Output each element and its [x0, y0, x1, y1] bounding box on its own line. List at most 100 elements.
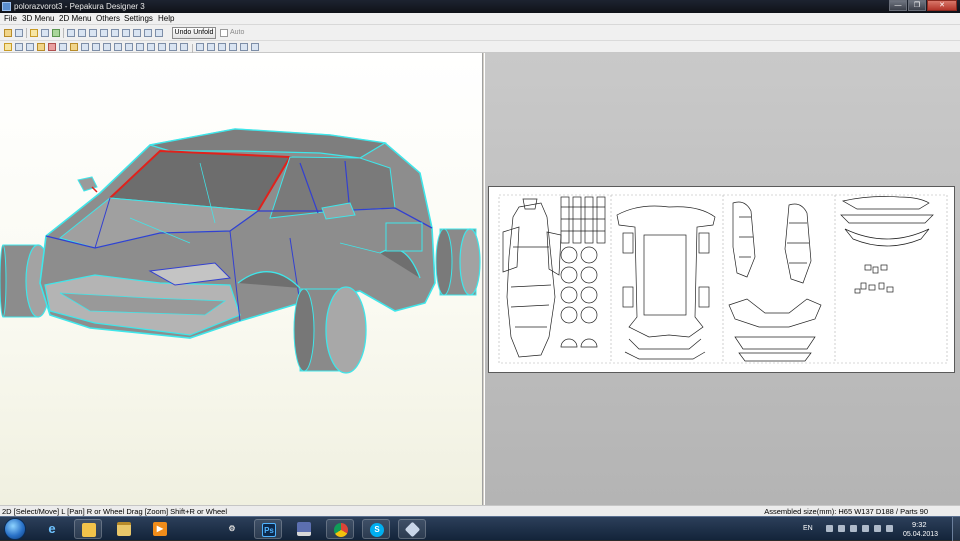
language-indicator[interactable]: EN [803, 524, 813, 533]
rotate-icon[interactable] [67, 29, 75, 37]
tire-strips [560, 196, 606, 244]
group-icon[interactable] [136, 43, 144, 51]
tray-network-icon[interactable] [862, 525, 869, 532]
text-icon[interactable] [81, 43, 89, 51]
window-icon[interactable] [144, 29, 152, 37]
flaps-icon[interactable] [100, 29, 108, 37]
pepakura-window: polorazvorot3 - Pepakura Designer 3 — ❐ … [0, 0, 960, 541]
save-icon[interactable] [15, 29, 23, 37]
pepakura-icon [404, 521, 421, 538]
secondary-toolbar [0, 41, 960, 54]
show-desktop-button[interactable] [952, 517, 960, 541]
render-icon[interactable] [52, 29, 60, 37]
menu-settings[interactable]: Settings [124, 14, 153, 24]
skype-icon: S [370, 523, 384, 537]
unfold-icon[interactable] [30, 29, 38, 37]
body-net-part [502, 198, 562, 358]
menu-file[interactable]: File [4, 14, 17, 24]
unfolded-patterns [498, 194, 948, 364]
menu-help[interactable]: Help [158, 14, 174, 24]
chrome-taskbar[interactable] [326, 519, 354, 539]
assembled-size: Assembled size(mm): H65 W137 D188 / Part… [764, 507, 928, 516]
measure-icon[interactable] [240, 43, 248, 51]
network-tool-icon: ⚙ [228, 524, 236, 533]
menu-2d[interactable]: 2D Menu [59, 14, 91, 24]
tray-arrow-icon[interactable] [826, 525, 833, 532]
status-bar: 2D [Select/Move] L [Pan] R or Wheel Drag… [0, 505, 960, 516]
cut-line-icon[interactable] [48, 43, 56, 51]
folder-icon[interactable] [4, 29, 12, 37]
grid-icon[interactable] [103, 43, 111, 51]
print-icon[interactable] [218, 43, 226, 51]
bumper-part [840, 196, 934, 247]
folder-taskbar-icon [117, 522, 131, 536]
media-player-taskbar[interactable]: ▶ [146, 519, 174, 539]
texture-icon[interactable] [41, 29, 49, 37]
pages-icon[interactable] [196, 43, 204, 51]
side-panels-part [728, 201, 822, 362]
3d-view[interactable] [0, 53, 482, 505]
internet-explorer-icon: e [48, 521, 56, 536]
maximize-button[interactable]: ❐ [908, 0, 926, 11]
app-icon [2, 2, 11, 11]
menu-others[interactable]: Others [96, 14, 120, 24]
tray-signal-icon[interactable] [874, 525, 881, 532]
ungroup-icon[interactable] [147, 43, 155, 51]
car-3d-model [0, 128, 481, 374]
arrange-icon[interactable] [180, 43, 188, 51]
pepakura-taskbar[interactable] [398, 519, 426, 539]
chassis-net-part [616, 205, 716, 360]
paint-icon[interactable] [70, 43, 78, 51]
pan-icon[interactable] [15, 43, 23, 51]
move-icon[interactable] [122, 29, 130, 37]
edge-style-icon[interactable] [37, 43, 45, 51]
chrome-icon [334, 523, 348, 537]
align-icon[interactable] [114, 43, 122, 51]
start-button[interactable] [4, 518, 26, 540]
media-player-icon: ▶ [153, 522, 167, 536]
file-explorer-taskbar[interactable] [110, 519, 138, 539]
photoshop-icon: Ps [262, 523, 276, 537]
minimize-button[interactable]: — [889, 0, 907, 11]
tray-volume-icon[interactable] [886, 525, 893, 532]
page-setup-icon[interactable] [207, 43, 215, 51]
undo-unfold-button[interactable]: Undo Unfold [172, 27, 216, 39]
rotate-part-icon[interactable] [133, 29, 141, 37]
floppy-icon [297, 522, 311, 536]
floppy-save-taskbar[interactable] [290, 519, 318, 539]
number-icon[interactable] [92, 43, 100, 51]
layout-icon[interactable] [155, 29, 163, 37]
internet-explorer-taskbar[interactable]: e [38, 519, 66, 539]
clock-date[interactable]: 05.04.2013 [903, 530, 938, 539]
tray-flag-icon[interactable] [850, 525, 857, 532]
ruler-icon[interactable] [229, 43, 237, 51]
wheel-discs [560, 246, 598, 348]
select-icon[interactable] [4, 43, 12, 51]
file-manager-taskbar[interactable] [74, 519, 102, 539]
join-icon[interactable] [89, 29, 97, 37]
menu-bar: File 3D Menu 2D Menu Others Settings Hel… [0, 13, 960, 25]
zoom-icon[interactable] [251, 43, 259, 51]
view-icon[interactable] [26, 43, 34, 51]
fold-line-icon[interactable] [59, 43, 67, 51]
clock-time[interactable]: 9:32 [912, 520, 927, 529]
pattern-sheet [488, 186, 955, 373]
2d-view[interactable] [485, 53, 960, 505]
flip-icon[interactable] [158, 43, 166, 51]
taskbar: e ▶ ⚙ Ps S EN 9:32 05.04.2013 [0, 516, 960, 541]
edit-edge-icon[interactable] [78, 29, 86, 37]
mirror-icon[interactable] [169, 43, 177, 51]
skype-taskbar[interactable]: S [362, 519, 390, 539]
toolbar-separator [63, 28, 64, 38]
network-tool-taskbar[interactable]: ⚙ [218, 519, 246, 539]
close-button[interactable]: ✕ [927, 0, 957, 11]
distribute-icon[interactable] [125, 43, 133, 51]
small-parts [854, 264, 894, 294]
tray-app-icon[interactable] [838, 525, 845, 532]
window-title: polorazvorot3 - Pepakura Designer 3 [14, 2, 145, 11]
auto-checkbox[interactable] [220, 29, 228, 37]
title-bar: polorazvorot3 - Pepakura Designer 3 — ❐ … [0, 0, 960, 13]
anchor-icon[interactable] [111, 29, 119, 37]
photoshop-taskbar[interactable]: Ps [254, 519, 282, 539]
menu-3d[interactable]: 3D Menu [22, 14, 54, 24]
